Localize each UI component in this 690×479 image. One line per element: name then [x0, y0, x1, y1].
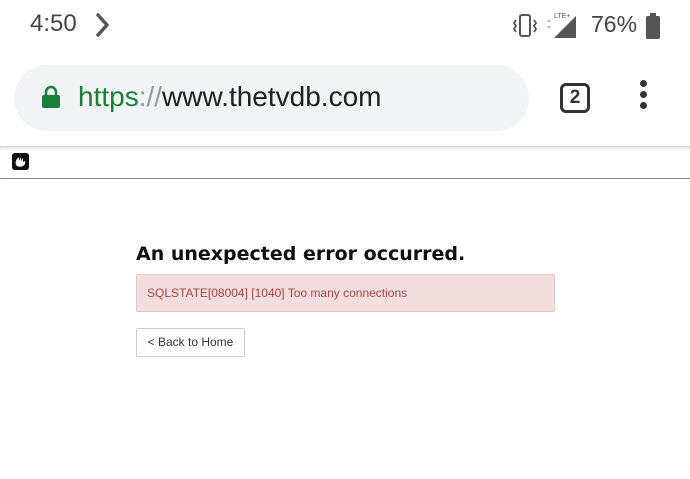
concrete5-logo-icon[interactable] [12, 153, 29, 170]
vibrate-icon [512, 14, 538, 37]
lock-icon [42, 85, 60, 108]
tab-switcher-button[interactable]: 2 [560, 83, 590, 113]
signal-icon: LTE+ [547, 13, 576, 38]
address-bar[interactable]: https://www.thetvdb.com [14, 65, 529, 131]
browser-toolbar: https://www.thetvdb.com 2 [0, 52, 690, 146]
chevron-right-icon [96, 13, 109, 37]
url-separator: :// [138, 81, 163, 112]
status-time: 4:50 [30, 10, 77, 37]
url-text[interactable]: https://www.thetvdb.com [78, 81, 381, 113]
network-label: LTE+ [554, 13, 570, 20]
status-bar: 4:50 LTE+ 76% [0, 0, 690, 52]
back-to-home-button[interactable]: < Back to Home [136, 328, 245, 357]
error-alert: SQLSTATE[08004] [1040] Too many connecti… [136, 274, 555, 312]
url-host: www.thetvdb.com [162, 81, 382, 112]
url-scheme: https [78, 81, 139, 112]
error-message: SQLSTATE[08004] [1040] Too many connecti… [147, 286, 408, 300]
site-header [0, 146, 690, 179]
battery-icon [646, 13, 660, 39]
battery-percent: 76% [591, 11, 638, 37]
error-title: An unexpected error occurred. [136, 243, 466, 265]
overflow-menu-icon[interactable] [632, 80, 654, 116]
